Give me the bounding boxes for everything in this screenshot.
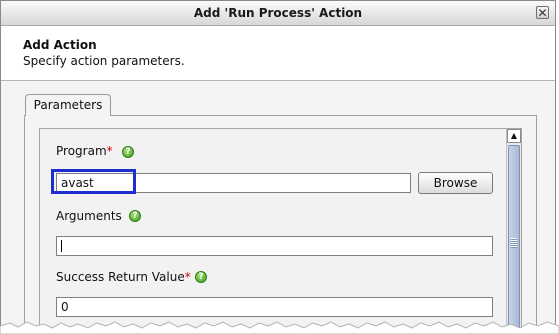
close-button[interactable]: ✕ <box>536 6 549 19</box>
help-icon[interactable]: ? <box>129 210 141 222</box>
vertical-scrollbar[interactable]: ▲ <box>506 129 521 334</box>
tab-label: Parameters <box>33 98 103 112</box>
scroll-thumb[interactable] <box>508 145 520 334</box>
required-marker: * <box>184 270 191 284</box>
help-icon[interactable]: ? <box>122 146 134 158</box>
dialog-header: Add Action Specify action parameters. <box>1 26 555 81</box>
success-return-input[interactable]: 0 <box>56 297 493 317</box>
scroll-grip-icon <box>511 238 517 248</box>
close-icon: ✕ <box>537 6 548 20</box>
tab-parameters[interactable]: Parameters <box>25 94 111 116</box>
arguments-label: Arguments <box>56 209 122 223</box>
text-caret <box>61 240 62 252</box>
program-label-text: Program <box>56 144 107 158</box>
scroll-up-arrow-icon[interactable]: ▲ <box>507 129 521 143</box>
highlight-box <box>51 169 136 194</box>
torn-edge <box>0 321 559 334</box>
help-icon[interactable]: ? <box>195 271 207 283</box>
header-title: Add Action <box>23 38 97 52</box>
browse-button[interactable]: Browse <box>418 172 493 194</box>
program-label: Program* <box>56 144 113 158</box>
success-return-label-text: Success Return Value <box>56 270 185 284</box>
required-marker: * <box>106 144 113 158</box>
arguments-input[interactable] <box>56 236 493 256</box>
success-return-label: Success Return Value* <box>56 270 191 284</box>
window-title: Add 'Run Process' Action <box>193 6 363 20</box>
header-subtitle: Specify action parameters. <box>23 54 185 68</box>
title-bar: Add 'Run Process' Action ✕ <box>1 1 555 26</box>
